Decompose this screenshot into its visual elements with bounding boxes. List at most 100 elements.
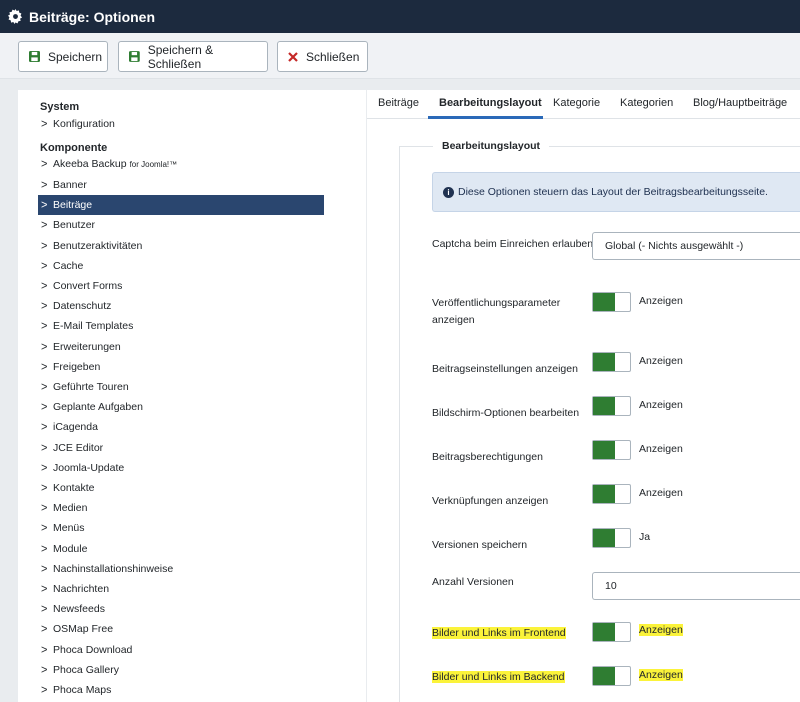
chevron-right-icon: >	[41, 562, 48, 576]
chevron-right-icon: >	[41, 259, 48, 273]
sidebar-item-banner[interactable]: > Banner	[38, 175, 324, 195]
option-value-verknupfungen-anzeigen: Anzeigen	[639, 487, 683, 499]
sidebar-item-benutzer[interactable]: > Benutzer	[38, 215, 324, 235]
sidebar-item-kontakte[interactable]: > Kontakte	[38, 478, 324, 498]
tab-kategorie[interactable]: Kategorie	[553, 97, 600, 109]
sidebar-item-medien[interactable]: > Medien	[38, 498, 324, 518]
option-label-verknupfungen-anzeigen: Verknüpfungen anzeigen	[432, 495, 549, 507]
sidebar: System > Konfiguration Komponente > Akee…	[18, 90, 366, 702]
option-toggle-versionen-speichern[interactable]	[592, 528, 631, 548]
sidebar-item-cache[interactable]: > Cache	[38, 256, 324, 276]
fieldset-frame	[399, 146, 800, 702]
chevron-right-icon: >	[41, 461, 48, 475]
close-icon	[288, 51, 298, 62]
captcha-select[interactable]: Global (- Nichts ausgewählt -)	[592, 232, 800, 260]
chevron-right-icon: >	[41, 178, 48, 192]
sidebar-item-newsfeeds[interactable]: > Newsfeeds	[38, 599, 324, 619]
option-label-versionen-speichern: Versionen speichern	[432, 539, 528, 551]
chevron-right-icon: >	[41, 400, 48, 414]
chevron-right-icon: >	[41, 238, 48, 253]
tab-bearbeitungslayout[interactable]: Bearbeitungslayout	[439, 97, 542, 109]
sidebar-item-konfiguration[interactable]: > Konfiguration	[38, 114, 324, 134]
chevron-right-icon: >	[41, 501, 48, 515]
chevron-right-icon: >	[41, 663, 48, 677]
sidebar-item-icagenda[interactable]: > iCagenda	[38, 417, 324, 437]
sidebar-item-benutzeraktivitaten[interactable]: > Benutzeraktivitäten	[38, 236, 324, 256]
chevron-right-icon: >	[41, 683, 48, 697]
chevron-right-icon: >	[41, 117, 48, 131]
versions-count-input[interactable]: 10	[592, 572, 800, 600]
chevron-right-icon: >	[41, 440, 48, 455]
tab-bar: Beiträge Bearbeitungslayout Kategorie Ka…	[367, 90, 800, 119]
option-label-beitragsberechtigungen: Beitragsberechtigungen	[432, 451, 543, 463]
save-close-button[interactable]: Speichern & Schließen	[118, 41, 268, 72]
option-toggle-verknupfungen-anzeigen[interactable]	[592, 484, 631, 504]
chevron-right-icon: >	[41, 157, 48, 171]
sidebar-item-geplante-aufgaben[interactable]: > Geplante Aufgaben	[38, 397, 324, 417]
backend-images-label: Bilder und Links im Backend	[432, 671, 565, 683]
sidebar-item-module[interactable]: > Module	[38, 539, 324, 559]
frontend-images-toggle[interactable]	[592, 622, 631, 642]
option-toggle-veroffentlichungsparameter-anzeigen[interactable]	[592, 292, 631, 312]
backend-images-toggle[interactable]	[592, 666, 631, 686]
main-panel: Beiträge Bearbeitungslayout Kategorie Ka…	[367, 90, 800, 702]
option-label-beitragseinstellungen-anzeigen: Beitragseinstellungen anzeigen	[432, 363, 578, 375]
sidebar-item-nachinstallationshinweise[interactable]: > Nachinstallationshinweise	[38, 559, 324, 579]
sidebar-heading-system: System	[40, 101, 80, 113]
frontend-images-label: Bilder und Links im Frontend	[432, 627, 566, 639]
sidebar-item-convert-forms[interactable]: > Convert Forms	[38, 276, 324, 296]
sidebar-item-joomla-update[interactable]: > Joomla-Update	[38, 458, 324, 478]
option-value-veroffentlichungsparameter-anzeigen: Anzeigen	[639, 295, 683, 307]
chevron-right-icon: >	[41, 521, 48, 535]
fieldset-legend: Bearbeitungslayout	[433, 140, 550, 152]
option-value-bildschirm-optionen-bearbeiten: Anzeigen	[639, 399, 683, 411]
toolbar: Speichern Speichern & Schließen Schließe…	[0, 33, 800, 79]
sidebar-item-phoca-maps[interactable]: > Phoca Maps	[38, 680, 324, 700]
sidebar-item-osmap-free[interactable]: > OSMap Free	[38, 619, 324, 639]
floppy-disk-icon	[129, 51, 140, 62]
sidebar-item-beitrage[interactable]: > Beiträge	[38, 195, 324, 216]
chevron-right-icon: >	[41, 582, 48, 596]
option-toggle-beitragsberechtigungen[interactable]	[592, 440, 631, 460]
backend-images-value: Anzeigen	[639, 669, 683, 681]
page-title: Beiträge: Optionen	[29, 8, 156, 25]
option-toggle-bildschirm-optionen-bearbeiten[interactable]	[592, 396, 631, 416]
option-toggle-beitragseinstellungen-anzeigen[interactable]	[592, 352, 631, 372]
tab-kategorien[interactable]: Kategorien	[620, 97, 673, 109]
chevron-right-icon: >	[41, 622, 48, 636]
chevron-right-icon: >	[41, 541, 48, 556]
option-value-beitragsberechtigungen: Anzeigen	[639, 443, 683, 455]
tab-blog-hauptbeitraege[interactable]: Blog/Hauptbeiträge	[693, 97, 787, 109]
chevron-right-icon: >	[41, 642, 48, 657]
close-button[interactable]: Schließen	[277, 41, 368, 72]
chevron-right-icon: >	[41, 602, 48, 616]
sidebar-item-jce-editor[interactable]: > JCE Editor	[38, 438, 324, 458]
sidebar-item-phoca-gallery[interactable]: > Phoca Gallery	[38, 660, 324, 680]
gear-icon	[8, 9, 23, 24]
option-value-versionen-speichern: Ja	[639, 531, 651, 543]
sidebar-item-nachrichten[interactable]: > Nachrichten	[38, 579, 324, 599]
sidebar-item-freigeben[interactable]: > Freigeben	[38, 357, 324, 377]
chevron-right-icon: >	[41, 198, 48, 212]
chevron-right-icon: >	[41, 481, 48, 495]
floppy-disk-icon	[29, 51, 40, 62]
info-alert: i Diese Optionen steuern das Layout der …	[432, 172, 800, 212]
sidebar-item-phoca-download[interactable]: > Phoca Download	[38, 640, 324, 660]
sidebar-item-menus[interactable]: > Menüs	[38, 518, 324, 538]
save-button[interactable]: Speichern	[18, 41, 108, 72]
sidebar-item-e-mail-templates[interactable]: > E-Mail Templates	[38, 316, 324, 336]
sidebar-item-akeeba-backup[interactable]: > Akeeba Backup for Joomla!™	[38, 154, 324, 174]
option-label-bildschirm-optionen-bearbeiten: Bildschirm-Optionen bearbeiten	[432, 407, 580, 419]
chevron-right-icon: >	[41, 339, 48, 354]
chevron-right-icon: >	[41, 218, 48, 232]
info-icon: i	[443, 186, 454, 198]
sidebar-item-gefuhrte-touren[interactable]: > Geführte Touren	[38, 377, 324, 397]
sidebar-item-erweiterungen[interactable]: > Erweiterungen	[38, 337, 324, 357]
option-value-beitragseinstellungen-anzeigen: Anzeigen	[639, 355, 683, 367]
title-bar: Beiträge: Optionen	[0, 0, 800, 33]
chevron-right-icon: >	[41, 299, 48, 313]
tab-beitraege[interactable]: Beiträge	[378, 97, 419, 109]
sidebar-item-datenschutz[interactable]: > Datenschutz	[38, 296, 324, 316]
chevron-right-icon: >	[41, 380, 48, 394]
option-label-veroffentlichungsparameter-anzeigen: Veröffentlichungsparameter anzeigen	[432, 297, 561, 326]
